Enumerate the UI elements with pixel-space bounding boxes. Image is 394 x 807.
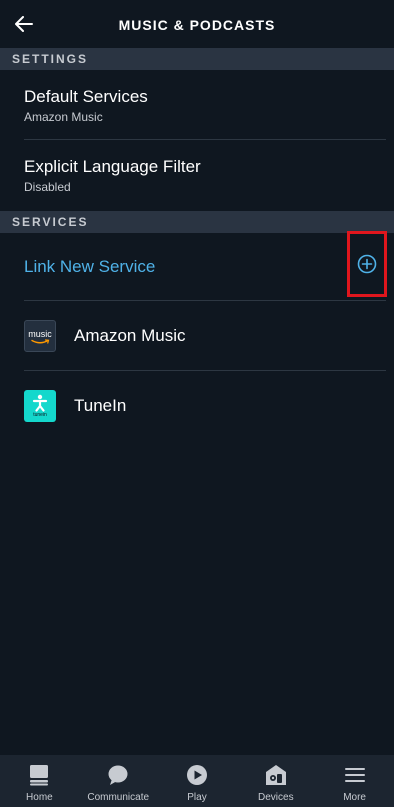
- setting-title: Explicit Language Filter: [24, 157, 201, 176]
- nav-home[interactable]: Home: [0, 755, 79, 807]
- amazon-music-logo-icon: music: [24, 320, 56, 352]
- music-podcasts-screen: MUSIC & PODCASTS SETTINGS Default Servic…: [0, 0, 394, 807]
- divider: [24, 300, 386, 301]
- nav-devices[interactable]: Devices: [236, 755, 315, 807]
- menu-icon: [342, 762, 368, 788]
- nav-label: Home: [26, 792, 53, 803]
- home-icon: [26, 762, 52, 788]
- section-header-services: SERVICES: [0, 211, 394, 233]
- tunein-logo-text: tunein: [33, 412, 47, 418]
- tunein-logo-icon: tunein: [24, 390, 56, 422]
- setting-title: Default Services: [24, 87, 148, 106]
- service-tunein[interactable]: tunein TuneIn: [24, 390, 386, 422]
- amazon-smile-icon: [31, 339, 50, 344]
- amazon-music-logo-text: music: [28, 329, 52, 339]
- link-new-service-label: Link New Service: [24, 257, 156, 276]
- play-icon: [184, 762, 210, 788]
- divider: [24, 139, 386, 140]
- service-amazon-music[interactable]: music Amazon Music: [24, 320, 386, 352]
- bottom-navigation: Home Communicate Play Devices More: [0, 755, 394, 807]
- nav-label: More: [343, 792, 366, 803]
- section-label-settings: SETTINGS: [12, 52, 89, 66]
- nav-label: Play: [187, 792, 207, 803]
- header-bar: MUSIC & PODCASTS: [0, 0, 394, 48]
- back-arrow-icon: [15, 16, 33, 32]
- nav-communicate[interactable]: Communicate: [79, 755, 158, 807]
- setting-value: Amazon Music: [24, 110, 103, 124]
- add-service-button[interactable]: [347, 231, 387, 297]
- divider: [24, 370, 386, 371]
- service-name: TuneIn: [74, 396, 127, 415]
- nav-more[interactable]: More: [315, 755, 394, 807]
- setting-default-services[interactable]: Default Services Amazon Music: [24, 86, 386, 125]
- nav-play[interactable]: Play: [158, 755, 237, 807]
- plus-circle-icon: [357, 254, 377, 274]
- link-new-service-row[interactable]: Link New Service: [24, 250, 384, 284]
- section-label-services: SERVICES: [12, 215, 89, 229]
- devices-icon: [263, 762, 289, 788]
- nav-label: Devices: [258, 792, 294, 803]
- back-button[interactable]: [12, 12, 36, 36]
- setting-explicit-filter[interactable]: Explicit Language Filter Disabled: [24, 156, 386, 195]
- page-title: MUSIC & PODCASTS: [118, 17, 276, 33]
- service-name: Amazon Music: [74, 326, 186, 345]
- section-header-settings: SETTINGS: [0, 48, 394, 70]
- nav-label: Communicate: [87, 792, 150, 803]
- chat-bubble-icon: [105, 762, 131, 788]
- tunein-figure-icon: [32, 394, 48, 412]
- setting-value: Disabled: [24, 180, 71, 194]
